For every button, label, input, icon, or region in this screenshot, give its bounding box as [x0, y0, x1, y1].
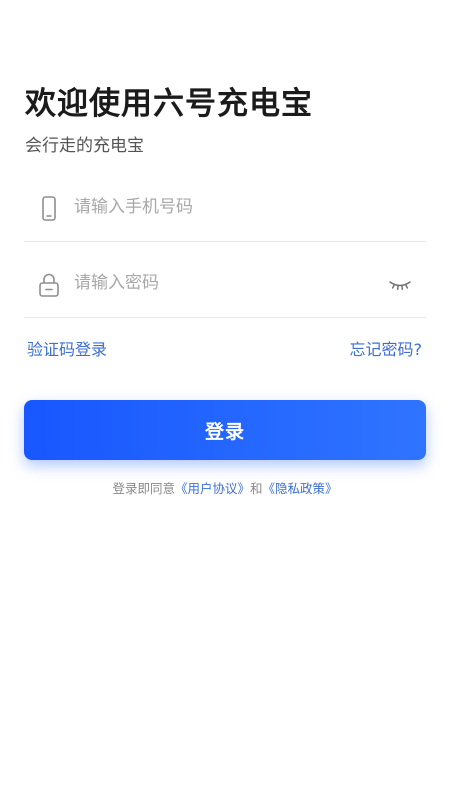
privacy-policy-link[interactable]: 《隐私政策》	[263, 481, 338, 496]
phone-icon	[38, 196, 60, 222]
phone-input[interactable]	[74, 192, 374, 222]
forgot-password-link[interactable]: 忘记密码?	[350, 336, 423, 360]
password-input[interactable]	[74, 268, 374, 298]
agreement-text: 登录即同意《用户协议》和《隐私政策》	[0, 478, 450, 497]
page-title: 欢迎使用六号充电宝	[25, 86, 313, 122]
eye-closed-icon[interactable]	[388, 277, 412, 291]
phone-field-row	[24, 165, 426, 242]
lock-icon	[38, 272, 60, 298]
page-subtitle: 会行走的充电宝	[25, 136, 144, 156]
agreement-prefix: 登录即同意	[112, 481, 175, 496]
user-agreement-link[interactable]: 《用户协议》	[175, 481, 250, 496]
password-field-row	[24, 241, 426, 318]
login-screen: 欢迎使用六号充电宝 会行走的充电宝 请输入手机号码 验证码登录 忘记密码? 登录…	[0, 0, 450, 800]
sms-login-link[interactable]: 验证码登录	[27, 336, 107, 360]
agreement-conjunction: 和	[250, 481, 263, 496]
login-button[interactable]: 登录	[24, 400, 426, 460]
